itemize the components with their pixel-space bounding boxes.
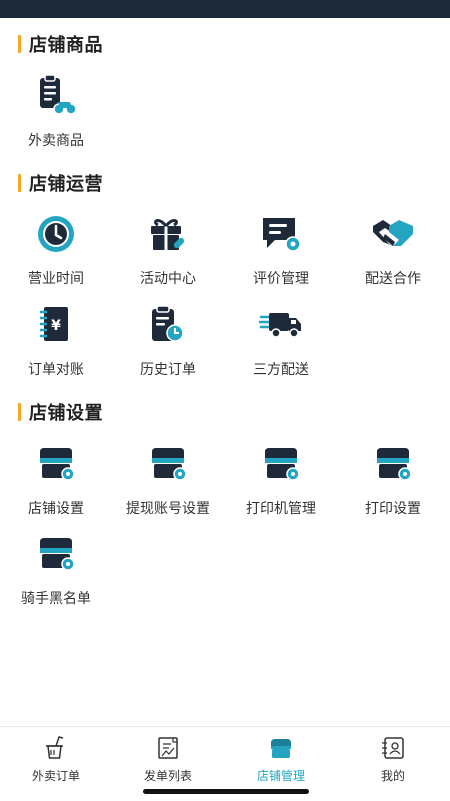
grid-item-history-orders[interactable]: 历史订单 [112, 303, 224, 393]
grid-item-third-party-delivery[interactable]: 三方配送 [225, 303, 337, 393]
grid-item-rider-blacklist[interactable]: 骑手黑名单 [0, 532, 112, 622]
dispatch-list-icon [155, 735, 181, 761]
status-bar [0, 0, 450, 18]
grid-item-label: 订单对账 [28, 362, 84, 378]
grid-item-print-settings[interactable]: 打印设置 [337, 442, 449, 532]
review-icon [259, 212, 303, 256]
section-marker [18, 35, 21, 53]
takeout-goods-icon [34, 74, 78, 118]
section-header-settings: 店铺设置 [18, 401, 103, 424]
grid-item-label: 配送合作 [365, 271, 421, 287]
grid-item-takeout-goods[interactable]: 外卖商品 [0, 74, 112, 164]
takeout-order-icon [43, 735, 69, 761]
grid-item-store-settings[interactable]: 店铺设置 [0, 442, 112, 532]
gift-icon [146, 212, 190, 256]
profile-icon [380, 735, 406, 761]
tab-label: 发单列表 [143, 769, 192, 783]
home-indicator [143, 789, 309, 794]
grid-item-label: 评价管理 [253, 271, 309, 287]
tab-mine[interactable]: 我的 [337, 727, 449, 801]
grid-item-printer-management[interactable]: 打印机管理 [225, 442, 337, 532]
grid-item-label: 外卖商品 [28, 133, 84, 149]
section-header-operation: 店铺运营 [18, 172, 103, 195]
grid-item-label: 营业时间 [28, 271, 84, 287]
section-title: 店铺运营 [29, 174, 103, 195]
history-order-icon [146, 303, 190, 347]
grid-item-delivery-cooperation[interactable]: 配送合作 [337, 212, 449, 302]
grid-item-order-reconcile[interactable]: ¥ 订单对账 [0, 303, 112, 393]
grid-item-label: 打印设置 [365, 501, 421, 517]
tab-label: 外卖订单 [31, 769, 80, 783]
tab-takeout-orders[interactable]: 外卖订单 [0, 727, 112, 801]
store-settings-icon [259, 442, 303, 486]
delivery-truck-icon [259, 303, 303, 347]
grid-item-label: 历史订单 [140, 362, 196, 378]
clock-icon [34, 212, 78, 256]
grid-item-label: 打印机管理 [246, 501, 316, 517]
grid-item-label: 活动中心 [140, 271, 196, 287]
grid-item-business-hours[interactable]: 营业时间 [0, 212, 112, 302]
svg-text:¥: ¥ [51, 318, 61, 334]
store-settings-icon [34, 532, 78, 576]
section-header-goods: 店铺商品 [18, 33, 103, 56]
grid-item-label: 店铺设置 [28, 501, 84, 517]
store-settings-icon [371, 442, 415, 486]
store-settings-icon [34, 442, 78, 486]
order-reconcile-icon: ¥ [34, 303, 78, 347]
store-icon [268, 735, 294, 761]
grid-item-withdraw-account-settings[interactable]: 提现账号设置 [112, 442, 224, 532]
section-marker [18, 174, 21, 192]
handshake-icon [371, 212, 415, 256]
section-marker [18, 403, 21, 421]
section-title: 店铺设置 [29, 403, 103, 424]
section-title: 店铺商品 [29, 35, 103, 56]
grid-item-label: 提现账号设置 [126, 501, 210, 517]
grid-item-label: 骑手黑名单 [21, 591, 91, 607]
grid-item-activity-center[interactable]: 活动中心 [112, 212, 224, 302]
grid-item-review-management[interactable]: 评价管理 [225, 212, 337, 302]
tab-label: 我的 [380, 769, 405, 783]
tab-label: 店铺管理 [256, 769, 305, 783]
store-settings-icon [146, 442, 190, 486]
grid-item-label: 三方配送 [253, 362, 309, 378]
